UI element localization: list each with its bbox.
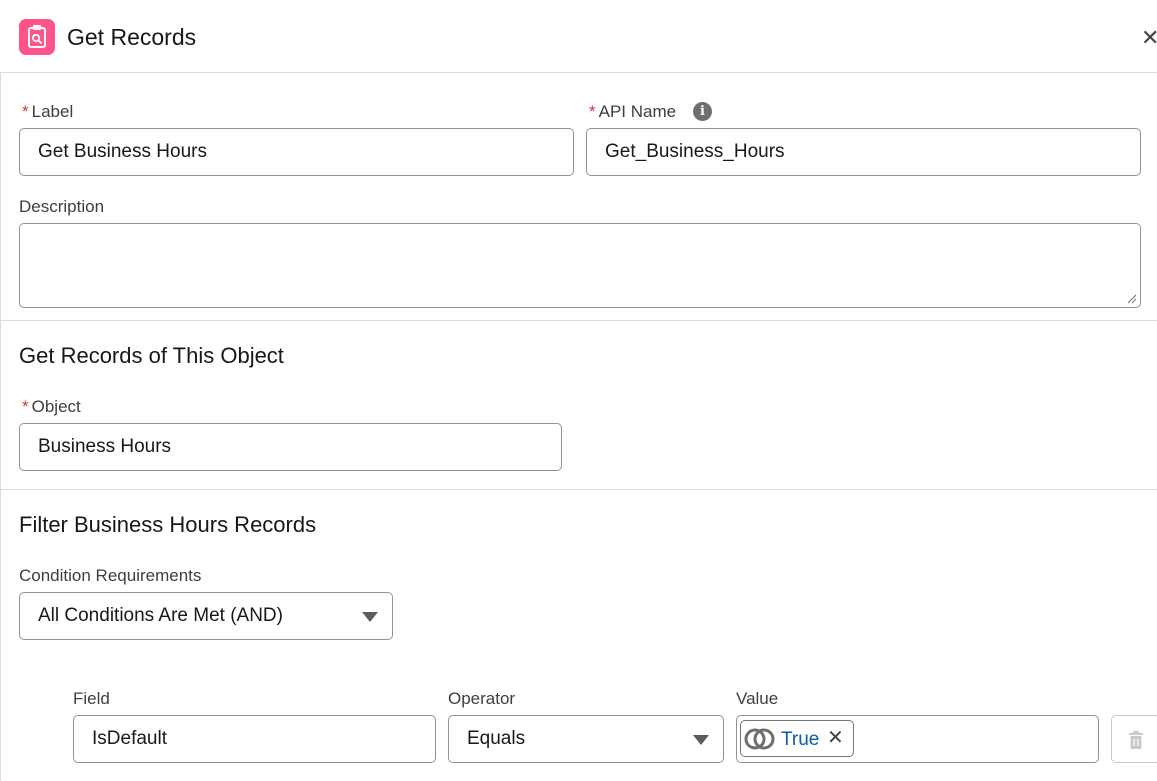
object-label-text: Object xyxy=(31,397,81,416)
panel-border xyxy=(0,73,1,781)
description-textarea[interactable] xyxy=(19,223,1141,308)
chevron-down-icon xyxy=(693,735,709,745)
filter-section-title: Filter Business Hours Records xyxy=(19,512,317,537)
object-input-value: Business Hours xyxy=(38,436,172,457)
condition-field-input[interactable]: IsDefault xyxy=(73,715,436,763)
operator-column-header: Operator xyxy=(448,689,516,708)
api-name-field-label: * API Name xyxy=(589,102,676,122)
boolean-icon xyxy=(744,728,775,750)
field-column-header: Field xyxy=(73,689,110,708)
section-divider xyxy=(0,320,1157,321)
page-title: Get Records xyxy=(67,24,197,50)
api-name-label-text: API Name xyxy=(598,102,677,121)
object-input[interactable]: Business Hours xyxy=(19,423,562,471)
section-divider xyxy=(0,489,1157,490)
label-input[interactable]: Get Business Hours xyxy=(19,128,574,176)
condition-requirements-label: Condition Requirements xyxy=(19,566,202,585)
resize-handle-icon[interactable] xyxy=(1125,292,1137,304)
value-column-header: Value xyxy=(736,689,779,708)
condition-operator-value: Equals xyxy=(467,728,526,749)
condition-field-value: IsDefault xyxy=(92,728,167,749)
value-pill-label: True xyxy=(781,729,820,750)
trash-icon xyxy=(1129,731,1143,749)
delete-condition-button[interactable] xyxy=(1111,715,1157,763)
chevron-down-icon xyxy=(362,612,378,622)
required-marker: * xyxy=(589,102,596,121)
close-button[interactable]: ✕ xyxy=(1141,27,1157,49)
condition-operator-select[interactable]: Equals xyxy=(448,715,724,763)
pill-remove-button[interactable]: ✕ xyxy=(827,727,844,749)
label-field-label-text: Label xyxy=(31,102,74,121)
description-label: Description xyxy=(19,197,105,216)
info-icon[interactable]: i xyxy=(693,102,712,121)
object-field-label: * Object xyxy=(22,397,81,417)
required-marker: * xyxy=(22,102,29,121)
object-section-title: Get Records of This Object xyxy=(19,343,284,368)
value-pill[interactable]: True ✕ xyxy=(740,720,854,757)
api-name-input-value: Get_Business_Hours xyxy=(605,141,785,162)
close-icon: ✕ xyxy=(1141,25,1157,50)
get-records-icon xyxy=(19,19,55,55)
condition-requirements-select[interactable]: All Conditions Are Met (AND) xyxy=(19,592,393,640)
panel-header: Get Records ✕ xyxy=(0,0,1157,73)
label-field-label: * Label xyxy=(22,102,73,122)
required-marker: * xyxy=(22,397,29,416)
condition-requirements-value: All Conditions Are Met (AND) xyxy=(38,605,283,626)
label-input-value: Get Business Hours xyxy=(38,141,207,162)
api-name-input[interactable]: Get_Business_Hours xyxy=(586,128,1141,176)
